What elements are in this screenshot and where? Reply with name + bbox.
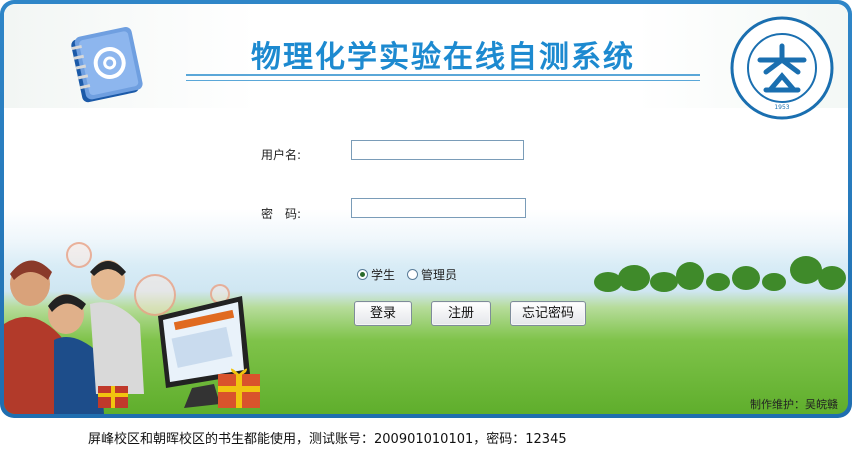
student-radio[interactable] [357, 269, 368, 280]
password-label: 密 码: [261, 207, 302, 221]
title-underline [186, 74, 700, 76]
trees-illustration [594, 256, 846, 292]
gift-box-icon [98, 386, 128, 408]
page-title: 物理化学实验在线自测系统 [251, 40, 635, 75]
account-notice: 屏峰校区和朝晖校区的书生都能使用，测试账号：200901010101，密码：12… [88, 432, 567, 447]
password-input[interactable] [351, 198, 526, 218]
student-radio-label: 学生 [371, 268, 396, 282]
gift-box-icon [218, 368, 260, 408]
maintainer-credit: 制作维护：吴皖赣 [750, 398, 838, 411]
login-panel: 物理化学实验在线自测系统 1953 用户名: 密 码: 学生 管理员 登录 注册… [4, 4, 848, 414]
admin-radio-label: 管理员 [421, 268, 458, 282]
logo-year: 1953 [774, 104, 789, 111]
login-button[interactable]: 登录 [354, 301, 412, 326]
title-underline-thin [186, 80, 700, 81]
username-input[interactable] [351, 140, 524, 160]
register-button[interactable]: 注册 [431, 301, 491, 326]
address-book-icon [71, 26, 143, 103]
bubble-decoration [66, 242, 92, 268]
role-student-option[interactable]: 学生 [357, 266, 395, 283]
students-illustration [4, 260, 144, 414]
admin-radio[interactable] [407, 269, 418, 280]
university-logo: 1953 [730, 16, 834, 120]
role-admin-option[interactable]: 管理员 [407, 266, 457, 283]
forgot-password-button[interactable]: 忘记密码 [510, 301, 586, 326]
username-label: 用户名: [261, 148, 302, 162]
